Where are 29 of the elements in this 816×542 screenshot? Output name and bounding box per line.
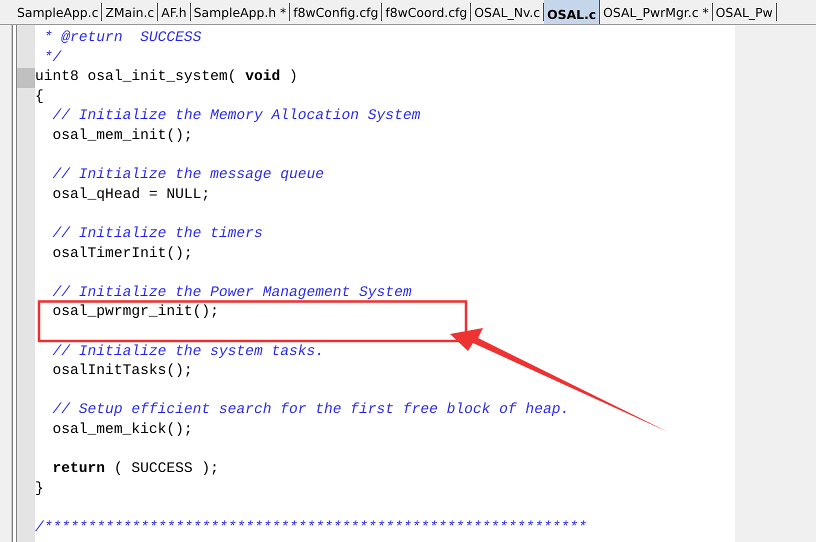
file-tab[interactable]: SampleApp.h * <box>190 3 290 21</box>
code-line: osal_mem_init(); <box>52 126 194 146</box>
file-tab[interactable]: OSAL.c <box>544 0 600 24</box>
code-comment: // Initialize the system tasks. <box>52 342 326 362</box>
code-comment: // Initialize the Power Management System <box>52 284 413 303</box>
code-line: osalInitTasks(); <box>52 362 194 382</box>
file-tab[interactable]: AF.h <box>158 3 191 21</box>
code-line: osal_pwrmgr_init(); <box>52 303 220 322</box>
file-tab[interactable]: SampleApp.c <box>14 3 102 21</box>
code-line: return ( SUCCESS ); <box>52 460 220 480</box>
code-comment: // Initialize the timers <box>52 224 264 244</box>
code-line: osalTimerInit(); <box>52 244 194 264</box>
file-tab[interactable]: OSAL_Pw <box>712 3 777 21</box>
code-line: uint8 osal_init_system( void ) <box>35 68 299 88</box>
file-tab[interactable]: ZMain.c <box>102 3 158 21</box>
code-comment: */ <box>42 48 62 68</box>
code-comment: // Initialize the Memory Allocation System <box>52 107 422 126</box>
code-line: osal_qHead = NULL; <box>52 186 212 205</box>
code-line: osal_mem_kick(); <box>52 420 194 440</box>
code-editor[interactable] <box>35 25 735 542</box>
code-line: { <box>35 88 45 107</box>
file-tab[interactable]: f8wConfig.cfg <box>290 3 382 21</box>
code-line: } <box>35 480 45 499</box>
code-comment: /************************************************************** <box>35 518 588 538</box>
code-comment: // Setup efficient search for the first free block of heap. <box>52 401 570 420</box>
code-comment: * @return SUCCESS <box>42 29 202 48</box>
code-comment: // Initialize the message queue <box>52 166 326 186</box>
file-tab[interactable]: OSAL_PwrMgr.c * <box>600 3 713 21</box>
file-tab[interactable]: f8wCoord.cfg <box>382 3 472 21</box>
